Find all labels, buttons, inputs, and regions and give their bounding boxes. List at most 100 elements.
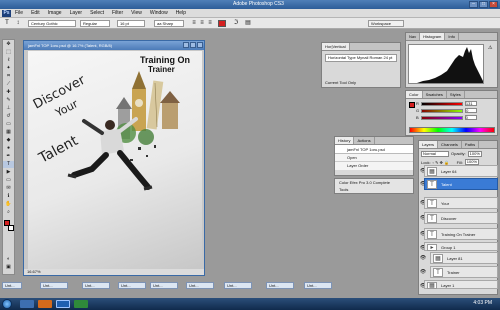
close-button[interactable]: × bbox=[489, 1, 498, 8]
tab-styles[interactable]: Styles bbox=[447, 91, 465, 98]
red-value[interactable]: 131 bbox=[464, 101, 477, 106]
menu-select[interactable]: Select bbox=[90, 10, 104, 16]
font-style-select[interactable]: Regular bbox=[80, 20, 110, 27]
layer-row[interactable]: T Training On Trainer bbox=[424, 228, 498, 240]
character-panel-icon[interactable]: ▤ bbox=[244, 20, 252, 27]
minimized-doc[interactable]: Unt... bbox=[150, 282, 178, 289]
zoom-tool-icon[interactable]: ⌕ bbox=[3, 209, 14, 216]
blur-tool-icon[interactable]: ◆ bbox=[3, 137, 14, 144]
layer-row[interactable]: ▦ Layer 81 bbox=[430, 252, 498, 264]
minimized-doc[interactable]: Unt... bbox=[82, 282, 110, 289]
layer-row[interactable]: T Trainer bbox=[430, 266, 498, 278]
history-item-open[interactable]: Open bbox=[335, 154, 413, 162]
app-taskbar-icon[interactable] bbox=[74, 300, 88, 308]
minimized-doc[interactable]: Unt... bbox=[304, 282, 332, 289]
font-size-select[interactable]: 16 pt bbox=[117, 20, 145, 27]
menu-image[interactable]: Image bbox=[48, 10, 62, 16]
tool-preset-item[interactable]: Horizontal Type Mynail Roman 24 pt bbox=[325, 54, 397, 62]
workspace-button[interactable]: Workspace bbox=[368, 20, 404, 27]
opacity-field[interactable]: 100% bbox=[467, 150, 482, 157]
visibility-eye-icon[interactable]: 👁 bbox=[418, 266, 428, 278]
minimized-doc[interactable]: Unt... bbox=[224, 282, 252, 289]
lock-icons[interactable]: ▫ ✎ ✥ 🔒 bbox=[433, 160, 455, 165]
tab-actions[interactable]: Actions bbox=[354, 137, 375, 144]
zoom-readout[interactable]: 16.67% bbox=[27, 269, 41, 274]
history-snapshot[interactable]: jamFnl TOP 1oru.psd bbox=[335, 145, 413, 154]
blue-slider[interactable] bbox=[420, 115, 463, 120]
minimized-doc[interactable]: Unt... bbox=[186, 282, 214, 289]
layer-row[interactable]: ▦ Layer 64 bbox=[424, 165, 498, 177]
minimized-doc[interactable]: Unt... bbox=[40, 282, 68, 289]
slice-tool-icon[interactable]: ⟋ bbox=[3, 81, 14, 88]
photoshop-taskbar-icon[interactable] bbox=[56, 300, 70, 308]
screen-mode-icon[interactable]: ▣ bbox=[3, 264, 14, 271]
doc-maximize-button[interactable] bbox=[190, 42, 196, 48]
notes-tool-icon[interactable]: ✉ bbox=[3, 185, 14, 192]
hand-tool-icon[interactable]: ✋ bbox=[3, 201, 14, 208]
healing-brush-icon[interactable]: ✚ bbox=[3, 89, 14, 96]
align-left-icon[interactable]: ≡ bbox=[190, 20, 198, 27]
layer-row[interactable]: ▦ Layer 1 bbox=[424, 280, 498, 289]
quick-mask-icon[interactable]: ◐ bbox=[3, 256, 14, 263]
doc-close-button[interactable] bbox=[197, 42, 203, 48]
histogram-refresh-icon[interactable]: ⚠ bbox=[488, 45, 492, 51]
tab-channels[interactable]: Channels bbox=[438, 141, 462, 148]
tab-color[interactable]: Color bbox=[406, 91, 423, 98]
document-canvas[interactable]: Discover Your Talent Training On Trainer bbox=[28, 51, 202, 273]
brush-tool-icon[interactable]: ✎ bbox=[3, 97, 14, 104]
explorer-taskbar-icon[interactable] bbox=[20, 300, 34, 308]
crop-tool-icon[interactable]: ⌗ bbox=[3, 73, 14, 80]
antialias-select[interactable]: aa Sharp bbox=[154, 20, 184, 27]
green-value[interactable]: 0 bbox=[465, 108, 478, 113]
tab-info[interactable]: Info bbox=[445, 33, 460, 40]
green-slider[interactable] bbox=[421, 108, 464, 113]
eraser-tool-icon[interactable]: ▭ bbox=[3, 121, 14, 128]
minimized-doc[interactable]: Unt... bbox=[118, 282, 146, 289]
plugin-tools[interactable]: Tools bbox=[335, 186, 413, 193]
text-orientation-icon[interactable]: ↕ bbox=[14, 20, 22, 27]
minimized-doc[interactable]: Unt... bbox=[266, 282, 294, 289]
menu-window[interactable]: Window bbox=[150, 10, 168, 16]
font-family-select[interactable]: Century Gothic bbox=[28, 20, 76, 27]
color-spectrum-bar[interactable] bbox=[409, 127, 495, 133]
layer-row[interactable]: T Your bbox=[424, 197, 498, 209]
blue-value[interactable]: 0 bbox=[464, 115, 477, 120]
shape-tool-icon[interactable]: ▭ bbox=[3, 177, 14, 184]
align-right-icon[interactable]: ≡ bbox=[206, 20, 214, 27]
red-slider[interactable] bbox=[420, 101, 463, 106]
move-tool-icon[interactable]: ✥ bbox=[3, 41, 14, 48]
type-tool-selected-icon[interactable]: T bbox=[3, 161, 14, 168]
start-button[interactable] bbox=[2, 299, 12, 309]
menu-layer[interactable]: Layer bbox=[70, 10, 83, 16]
history-item-layer-order[interactable]: Layer Order bbox=[335, 162, 413, 170]
blend-mode-select[interactable]: Normal bbox=[421, 150, 449, 157]
visibility-eye-icon[interactable]: 👁 bbox=[418, 252, 428, 264]
marquee-tool-icon[interactable]: ⬚ bbox=[3, 49, 14, 56]
menu-edit[interactable]: Edit bbox=[31, 10, 40, 16]
tab-paths[interactable]: Paths bbox=[462, 141, 480, 148]
layer-row[interactable]: T Discover bbox=[424, 212, 498, 224]
align-center-icon[interactable]: ≡ bbox=[198, 20, 206, 27]
tab-histogram[interactable]: Histogram bbox=[420, 33, 446, 40]
menu-help[interactable]: Help bbox=[176, 10, 186, 16]
media-taskbar-icon[interactable] bbox=[38, 300, 52, 308]
clone-stamp-icon[interactable]: ⊥ bbox=[3, 105, 14, 112]
background-color-swatch[interactable] bbox=[8, 225, 14, 231]
character-panel-tab[interactable]: Hor|Vertical bbox=[322, 43, 350, 50]
history-brush-icon[interactable]: ↺ bbox=[3, 113, 14, 120]
doc-minimize-button[interactable] bbox=[183, 42, 189, 48]
magic-wand-icon[interactable]: ✦ bbox=[3, 65, 14, 72]
minimized-doc[interactable]: Unt... bbox=[2, 282, 22, 289]
pen-tool-icon[interactable]: ✒ bbox=[3, 153, 14, 160]
color-fg-swatch[interactable] bbox=[409, 102, 415, 108]
text-color-swatch[interactable] bbox=[218, 20, 226, 27]
layer-row-selected[interactable]: T Talent bbox=[424, 178, 498, 190]
tab-swatches[interactable]: Swatches bbox=[423, 91, 447, 98]
plugin-color-efex[interactable]: Color Efex Pro 3.0 Complete bbox=[335, 179, 413, 186]
path-selection-icon[interactable]: ▶ bbox=[3, 169, 14, 176]
menu-filter[interactable]: Filter bbox=[112, 10, 123, 16]
gradient-tool-icon[interactable]: ▦ bbox=[3, 129, 14, 136]
group-row[interactable]: ▸ Group 1 bbox=[424, 242, 498, 251]
tab-layers[interactable]: Layers bbox=[419, 141, 439, 148]
lasso-tool-icon[interactable]: ℓ bbox=[3, 57, 14, 64]
